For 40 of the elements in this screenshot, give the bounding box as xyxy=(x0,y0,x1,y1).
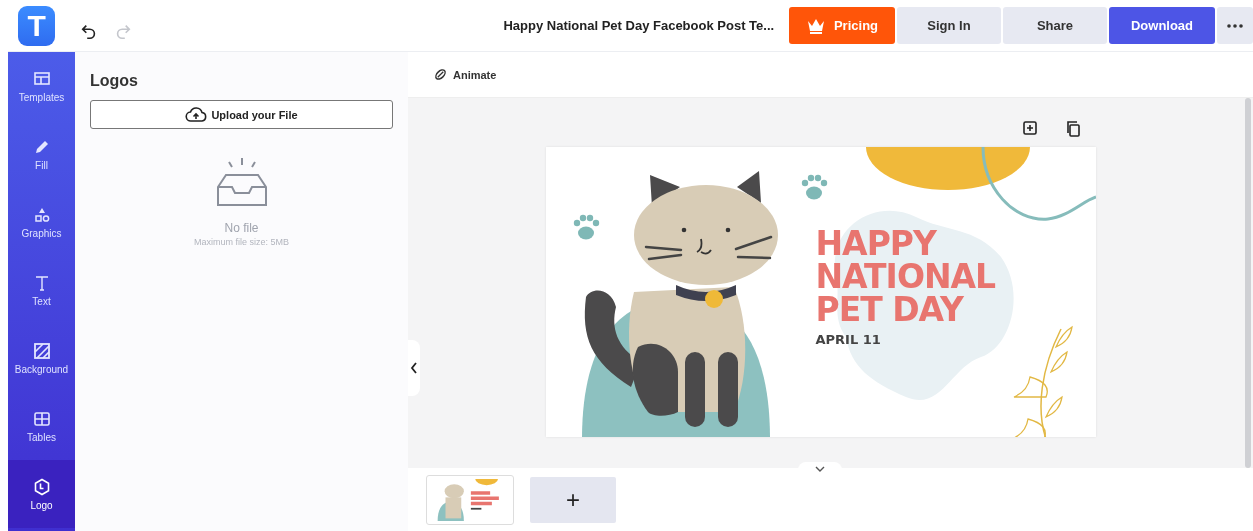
background-icon xyxy=(32,341,51,360)
more-icon xyxy=(1227,23,1243,28)
document-title: Happy National Pet Day Facebook Post Te... xyxy=(503,18,775,33)
link-icon xyxy=(434,68,447,81)
sidebar-item[interactable]: Graphics xyxy=(8,188,75,256)
animate-button[interactable]: Animate xyxy=(434,68,497,81)
date-text: APRIL 11 xyxy=(815,332,881,347)
clock-icon xyxy=(32,477,51,496)
add-page-button[interactable]: + xyxy=(530,476,616,523)
app-logo[interactable]: T xyxy=(18,5,56,46)
header-button[interactable]: Share xyxy=(1003,7,1107,44)
crown-icon xyxy=(805,17,826,34)
scrollbar[interactable] xyxy=(1245,98,1251,468)
collapse-panel-button[interactable] xyxy=(408,340,420,396)
chevron-down-icon xyxy=(815,466,825,472)
upload-button[interactable]: Upload your File xyxy=(90,100,393,129)
empty-title: No file xyxy=(224,221,259,235)
pricing-button[interactable]: Pricing xyxy=(789,7,895,44)
sidebar-item[interactable]: Tables xyxy=(8,392,75,460)
sidebar-item[interactable]: Logo xyxy=(8,460,75,528)
sidebar-item[interactable]: Fill xyxy=(8,120,75,188)
duplicate-button[interactable] xyxy=(1065,120,1083,138)
sidebar-item[interactable]: Templates xyxy=(8,52,75,120)
sidebar-item[interactable]: Background xyxy=(8,324,75,392)
template-icon xyxy=(32,69,51,88)
headline-text: PET DAY xyxy=(815,293,963,326)
add-page-button[interactable] xyxy=(1021,120,1039,138)
header-button[interactable]: Sign In xyxy=(897,7,1001,44)
headline-text: NATIONAL xyxy=(815,260,996,293)
cloud-upload-icon xyxy=(185,106,208,123)
table-icon xyxy=(32,409,51,428)
chevron-left-icon xyxy=(410,362,418,374)
sidebar-item[interactable]: Text xyxy=(8,256,75,324)
more-button[interactable] xyxy=(1217,7,1253,44)
plus-square-icon xyxy=(1022,120,1038,136)
file-size-note: Maximum file size: 5MB xyxy=(194,237,289,247)
headline-text: HAPPY xyxy=(815,227,936,260)
copy-icon xyxy=(1066,120,1082,138)
panel-title: Logos xyxy=(90,72,139,90)
download-button[interactable]: Download xyxy=(1109,7,1215,44)
